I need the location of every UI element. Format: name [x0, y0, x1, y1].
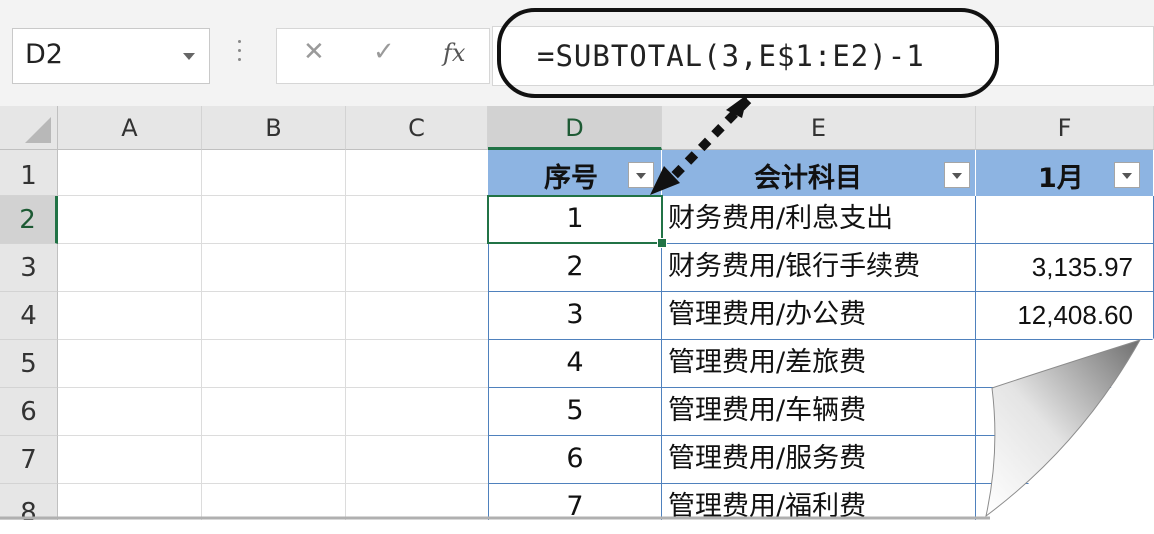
row-header-8[interactable]: 8: [0, 484, 58, 534]
name-box-value: D2: [25, 39, 63, 70]
cell-d7[interactable]: 6: [488, 436, 662, 484]
filter-icon[interactable]: [944, 162, 970, 188]
grid-line: [58, 243, 490, 244]
cell-e8[interactable]: 管理费用/福利费: [662, 484, 976, 534]
formula-buttons: ✕ ✓ fx: [276, 28, 490, 84]
function-icon[interactable]: fx: [443, 39, 465, 67]
table-header-month[interactable]: 1月: [976, 150, 1154, 196]
grid-line: [345, 150, 346, 534]
table-header-seq-label: 序号: [544, 163, 598, 194]
grid-line: [58, 387, 490, 388]
select-all-button[interactable]: [0, 106, 58, 150]
column-header-c[interactable]: C: [346, 106, 488, 150]
row-header-4[interactable]: 4: [0, 292, 58, 340]
grid-line: [58, 339, 490, 340]
filter-icon[interactable]: [628, 162, 654, 188]
column-header-e[interactable]: E: [662, 106, 976, 150]
row-header-7[interactable]: 7: [0, 436, 58, 484]
cell-d5[interactable]: 4: [488, 340, 662, 388]
cell-e3[interactable]: 财务费用/银行手续费: [662, 244, 976, 292]
grid-line: [58, 195, 490, 196]
cancel-icon[interactable]: ✕: [303, 37, 325, 67]
cell-e2[interactable]: 财务费用/利息支出: [662, 196, 976, 244]
grid-line: [58, 435, 490, 436]
formula-bar: D2 ✕ ✓ fx =SUBTOTAL(3,E$1:E2)-1: [0, 0, 1154, 106]
cell-e6[interactable]: 管理费用/车辆费: [662, 388, 976, 436]
name-box[interactable]: D2: [12, 28, 210, 84]
grid-line: [58, 483, 490, 484]
cell-e5[interactable]: 管理费用/差旅费: [662, 340, 976, 388]
cell-d3[interactable]: 2: [488, 244, 662, 292]
row-header-3[interactable]: 3: [0, 244, 58, 292]
select-all-icon: [25, 117, 51, 143]
column-header-a[interactable]: A: [58, 106, 202, 150]
cell-e4[interactable]: 管理费用/办公费: [662, 292, 976, 340]
table-header-seq[interactable]: 序号: [488, 150, 662, 196]
table-header-month-label: 1月: [1038, 163, 1084, 194]
row-header-1[interactable]: 1: [0, 150, 58, 196]
filter-icon[interactable]: [1114, 162, 1140, 188]
cell-f8[interactable]: [976, 484, 1154, 534]
grid-line: [201, 150, 202, 534]
row-header-2[interactable]: 2: [0, 196, 58, 244]
table-header-account-label: 会计科目: [754, 163, 862, 194]
row-header-5[interactable]: 5: [0, 340, 58, 388]
active-cell-border: [487, 195, 663, 244]
cell-f4[interactable]: 12,408.60: [976, 292, 1154, 340]
column-header-b[interactable]: B: [202, 106, 346, 150]
cell-f6[interactable]: [976, 388, 1154, 436]
cell-f3[interactable]: 3,135.97: [976, 244, 1154, 292]
cell-d6[interactable]: 5: [488, 388, 662, 436]
cell-e7[interactable]: 管理费用/服务费: [662, 436, 976, 484]
fill-handle[interactable]: [657, 238, 667, 248]
table-header-account[interactable]: 会计科目: [662, 150, 976, 196]
drag-handle-icon[interactable]: [238, 40, 242, 66]
cell-f7[interactable]: [976, 436, 1154, 484]
grid-line: [58, 291, 490, 292]
cell-d8[interactable]: 7: [488, 484, 662, 534]
row-header-6[interactable]: 6: [0, 388, 58, 436]
enter-icon[interactable]: ✓: [373, 37, 395, 67]
column-header-d[interactable]: D: [488, 106, 662, 150]
column-header-f[interactable]: F: [976, 106, 1154, 150]
cell-d4[interactable]: 3: [488, 292, 662, 340]
formula-callout-ring: [497, 8, 999, 98]
dropdown-arrow-icon[interactable]: [183, 53, 195, 60]
cell-f2[interactable]: [976, 196, 1154, 244]
spreadsheet-window: D2 ✕ ✓ fx =SUBTOTAL(3,E$1:E2)-1 A B C D …: [0, 0, 1154, 534]
cell-f5[interactable]: [976, 340, 1154, 388]
